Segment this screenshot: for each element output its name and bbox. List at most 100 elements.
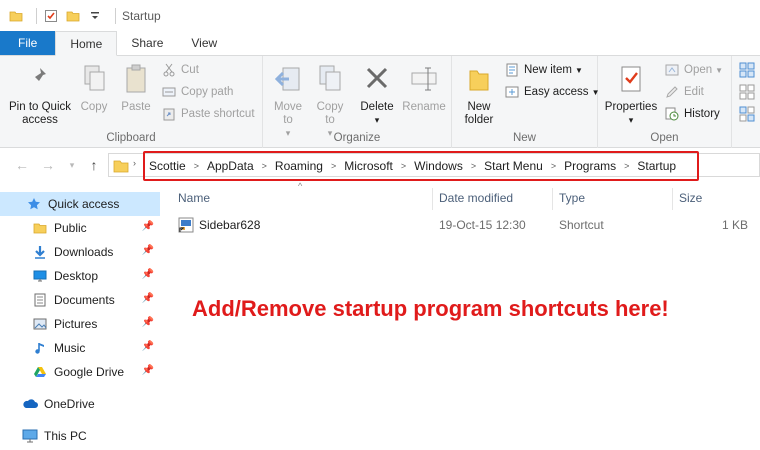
forward-arrow-icon[interactable]: → bbox=[40, 156, 56, 174]
nav-item-google-drive[interactable]: Google Drive 📌 bbox=[0, 360, 160, 384]
column-header-size[interactable]: Size bbox=[672, 186, 760, 210]
new-folder-icon[interactable] bbox=[65, 8, 81, 24]
pin-icon[interactable]: 📌 bbox=[142, 245, 154, 256]
copy-to-button[interactable]: Copy to ▾ bbox=[313, 64, 347, 140]
pin-icon[interactable]: 📌 bbox=[142, 269, 154, 280]
window-title: Startup bbox=[122, 8, 161, 23]
file-name: Sidebar628 bbox=[199, 218, 261, 232]
table-row[interactable]: Sidebar628 19-Oct-15 12:30 Shortcut 1 KB bbox=[160, 214, 760, 236]
properties-button[interactable]: Properties ▾ bbox=[602, 64, 660, 127]
scissors-icon bbox=[161, 62, 177, 78]
ribbon: Pin to Quick access Copy Paste Cut Copy … bbox=[0, 56, 760, 148]
nav-item-downloads[interactable]: Downloads 📌 bbox=[0, 240, 160, 264]
tab-share[interactable]: Share bbox=[117, 31, 177, 55]
history-button[interactable]: History bbox=[664, 106, 720, 122]
column-header-date-modified[interactable]: Date modified bbox=[432, 186, 552, 210]
google-drive-icon bbox=[32, 364, 48, 380]
copy-path-label: Copy path bbox=[181, 86, 234, 98]
breadcrumb-item[interactable]: AppData bbox=[207, 159, 254, 173]
divider bbox=[115, 7, 116, 24]
nav-item-quick-access[interactable]: Quick access bbox=[0, 192, 160, 216]
delete-button[interactable]: Delete ▾ bbox=[359, 64, 395, 127]
nav-item-music[interactable]: Music 📌 bbox=[0, 336, 160, 360]
chevron-right-icon[interactable]: > bbox=[262, 161, 267, 171]
open-icon bbox=[664, 62, 680, 78]
star-icon bbox=[26, 196, 42, 212]
edit-button[interactable]: Edit bbox=[664, 84, 704, 100]
move-to-icon bbox=[271, 64, 305, 98]
pin-icon[interactable]: 📌 bbox=[142, 341, 154, 352]
breadcrumb-item[interactable]: Programs bbox=[564, 159, 616, 173]
rename-button[interactable]: Rename bbox=[401, 64, 447, 114]
paste-label: Paste bbox=[121, 101, 151, 113]
recent-locations-icon[interactable]: ▾ bbox=[64, 156, 80, 174]
copy-button[interactable]: Copy bbox=[76, 64, 112, 114]
breadcrumb-item[interactable]: Microsoft bbox=[344, 159, 393, 173]
clipboard-group: Pin to Quick access Copy Paste Cut Copy … bbox=[0, 56, 263, 148]
history-icon bbox=[664, 106, 680, 122]
properties-icon bbox=[602, 64, 660, 98]
chevron-right-icon[interactable]: > bbox=[331, 161, 336, 171]
shortcut-file-icon bbox=[178, 217, 194, 236]
open-button[interactable]: Open ▼ bbox=[664, 62, 723, 78]
column-header-name[interactable]: Name bbox=[160, 186, 432, 210]
new-folder-button[interactable]: New folder bbox=[456, 66, 502, 127]
pin-icon[interactable]: 📌 bbox=[142, 365, 154, 376]
select-none-icon[interactable] bbox=[739, 84, 755, 103]
pin-icon[interactable]: 📌 bbox=[142, 221, 154, 232]
open-group: Properties ▾ Open ▼ Edit History Open bbox=[598, 56, 732, 148]
nav-item-label: Quick access bbox=[48, 197, 120, 211]
nav-item-this-pc[interactable]: This PC bbox=[0, 424, 160, 448]
easy-access-button[interactable]: Easy access ▼ bbox=[504, 84, 599, 100]
back-arrow-icon[interactable]: ← bbox=[14, 156, 30, 174]
breadcrumb: Scottie > AppData > Roaming > Microsoft … bbox=[143, 151, 699, 181]
tab-file[interactable]: File bbox=[0, 31, 56, 55]
tab-view[interactable]: View bbox=[177, 31, 231, 55]
nav-item-label: Desktop bbox=[54, 269, 99, 283]
breadcrumb-item[interactable]: Windows bbox=[414, 159, 463, 173]
customize-toolbar-icon[interactable] bbox=[87, 8, 103, 24]
file-size: 1 KB bbox=[722, 218, 749, 232]
chevron-right-icon[interactable]: > bbox=[401, 161, 406, 171]
folder-icon bbox=[113, 158, 129, 177]
chevron-right-icon[interactable]: > bbox=[551, 161, 556, 171]
chevron-right-icon[interactable]: > bbox=[624, 161, 629, 171]
chevron-right-icon[interactable]: > bbox=[471, 161, 476, 171]
properties-label: Properties bbox=[604, 101, 658, 113]
pin-to-quick-access-button[interactable]: Pin to Quick access bbox=[4, 66, 76, 127]
organize-group-label: Organize bbox=[333, 132, 381, 144]
edit-pencil-icon bbox=[664, 84, 680, 100]
paste-button[interactable]: Paste bbox=[117, 64, 155, 114]
pin-icon[interactable]: 📌 bbox=[142, 293, 154, 304]
move-to-label: Move to bbox=[273, 101, 303, 126]
nav-item-onedrive[interactable]: OneDrive bbox=[0, 392, 160, 416]
move-to-button[interactable]: Move to ▾ bbox=[271, 64, 305, 140]
breadcrumb-item[interactable]: Startup bbox=[637, 159, 676, 173]
invert-selection-icon[interactable] bbox=[739, 106, 755, 125]
paste-shortcut-button[interactable]: Paste shortcut bbox=[161, 106, 255, 122]
music-icon bbox=[32, 340, 48, 356]
new-item-button[interactable]: New item ▼ bbox=[504, 62, 583, 78]
new-group: New folder New item ▼ Easy access ▼ New bbox=[452, 56, 599, 148]
paste-shortcut-label: Paste shortcut bbox=[181, 108, 255, 120]
up-arrow-icon[interactable]: ↑ bbox=[86, 156, 102, 174]
tab-home[interactable]: Home bbox=[55, 31, 118, 56]
copy-icon bbox=[76, 64, 112, 98]
nav-item-pictures[interactable]: Pictures 📌 bbox=[0, 312, 160, 336]
chevron-right-icon[interactable]: > bbox=[194, 161, 199, 171]
breadcrumb-item[interactable]: Scottie bbox=[149, 159, 186, 173]
nav-item-public[interactable]: Public 📌 bbox=[0, 216, 160, 240]
cut-button[interactable]: Cut bbox=[161, 62, 199, 78]
column-header-type[interactable]: Type bbox=[552, 186, 672, 210]
breadcrumb-item[interactable]: Roaming bbox=[275, 159, 323, 173]
dropdown-arrow-icon: ▼ bbox=[574, 65, 583, 75]
copy-path-button[interactable]: Copy path bbox=[161, 84, 233, 100]
pin-icon[interactable]: 📌 bbox=[142, 317, 154, 328]
folder-icon bbox=[32, 220, 48, 236]
nav-item-desktop[interactable]: Desktop 📌 bbox=[0, 264, 160, 288]
nav-item-documents[interactable]: Documents 📌 bbox=[0, 288, 160, 312]
nav-item-label: Downloads bbox=[54, 245, 114, 259]
properties-check-icon[interactable] bbox=[43, 8, 59, 24]
breadcrumb-item[interactable]: Start Menu bbox=[484, 159, 543, 173]
select-all-icon[interactable] bbox=[739, 62, 755, 81]
